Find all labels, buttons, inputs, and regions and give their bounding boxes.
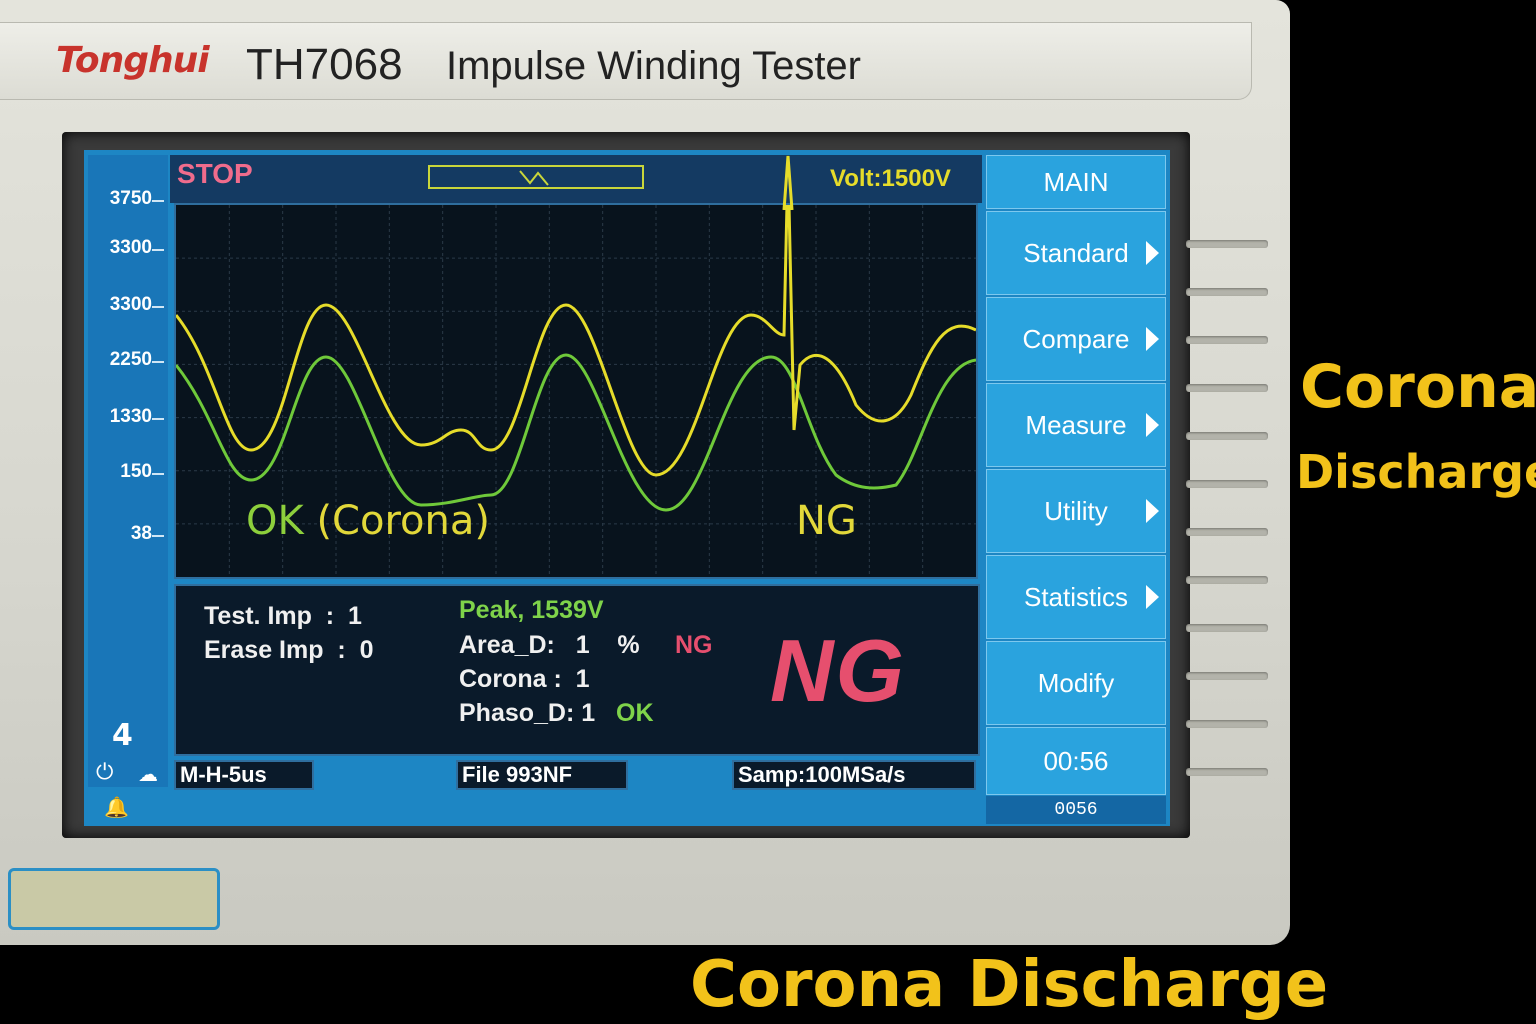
file-indicator[interactable]: File 993NF bbox=[456, 760, 628, 790]
test-waveform bbox=[176, 205, 976, 477]
indicator-glyph-icon bbox=[519, 170, 549, 186]
caption-right-line2: Discharge bbox=[1296, 445, 1536, 499]
run-state: STOP bbox=[177, 158, 253, 189]
y-tick-label: 150 bbox=[120, 461, 152, 482]
chevron-right-icon bbox=[1146, 241, 1159, 265]
phaso-d-result: OK bbox=[616, 699, 654, 727]
area-d-readout: Area_D: 1 % bbox=[459, 631, 640, 659]
device-name: Impulse Winding Tester bbox=[446, 44, 861, 88]
vent-slot bbox=[1186, 624, 1268, 632]
ng-waveform-label: NG bbox=[796, 498, 857, 544]
voltage-setting: Volt:1500V bbox=[830, 165, 951, 192]
mode-indicator: M-H-5us bbox=[174, 760, 314, 790]
waveform-position-indicator bbox=[428, 165, 644, 189]
corona-spike bbox=[782, 155, 794, 210]
overall-result: NG bbox=[770, 621, 906, 720]
menu-item-label: Statistics bbox=[1023, 582, 1129, 612]
menu-title-main[interactable]: MAIN bbox=[986, 155, 1166, 209]
vent-slot bbox=[1186, 240, 1268, 248]
brand-logo: Tonghui bbox=[56, 40, 210, 81]
y-tick-mark bbox=[152, 418, 164, 420]
y-tick-mark bbox=[152, 200, 164, 202]
vent-slot bbox=[1186, 576, 1268, 584]
reference-waveform bbox=[176, 353, 976, 512]
menu-title-label: MAIN bbox=[1043, 167, 1109, 197]
power-icon[interactable]: ⏻ bbox=[96, 760, 113, 785]
menu-item-label: Modify bbox=[1037, 668, 1115, 698]
menu-item-label: Standard bbox=[1023, 238, 1129, 268]
vent-slot bbox=[1186, 432, 1268, 440]
y-tick-label: 3300 bbox=[109, 294, 152, 315]
ok-corona-label: (Corona) bbox=[316, 498, 490, 544]
vent-slot bbox=[1186, 720, 1268, 728]
model-number: TH7068 bbox=[246, 40, 403, 89]
bell-icon: 🔔 bbox=[104, 795, 129, 819]
menu-item-statistics[interactable]: Statistics bbox=[986, 555, 1166, 639]
menu-item-label: Compare bbox=[1022, 324, 1130, 354]
chevron-right-icon bbox=[1146, 585, 1159, 609]
ok-label-text: OK bbox=[246, 498, 304, 544]
y-tick-mark bbox=[152, 306, 164, 308]
time-label: 00:56 bbox=[1043, 746, 1109, 776]
menu-item-compare[interactable]: Compare bbox=[986, 297, 1166, 381]
corona-readout: Corona : 1 bbox=[459, 665, 590, 693]
vent-slot bbox=[1186, 480, 1268, 488]
cloud-icon: ☁ bbox=[138, 762, 158, 786]
channel-indicator: 4 bbox=[112, 718, 133, 753]
vent-slot bbox=[1186, 768, 1268, 776]
test-imp-readout: Test. Imp : 1 bbox=[204, 602, 362, 630]
vent-slot bbox=[1186, 384, 1268, 392]
menu-item-utility[interactable]: Utility bbox=[986, 469, 1166, 553]
area-d-result: NG bbox=[675, 631, 713, 659]
y-tick-label: 1330 bbox=[109, 406, 152, 427]
vent-slot bbox=[1186, 336, 1268, 344]
y-tick-mark bbox=[152, 361, 164, 363]
menu-item-modify[interactable]: Modify bbox=[986, 641, 1166, 725]
front-lcd-window bbox=[8, 868, 220, 930]
caption-right-line1: Corona bbox=[1300, 352, 1536, 422]
vent-slot bbox=[1186, 528, 1268, 536]
erase-imp-readout: Erase Imp : 0 bbox=[204, 636, 374, 664]
y-tick-label: 38 bbox=[130, 523, 152, 544]
y-tick-mark bbox=[152, 535, 164, 537]
caption-bottom: Corona Discharge bbox=[690, 948, 1329, 1022]
y-tick-label: 3750 bbox=[109, 188, 152, 209]
y-tick-mark bbox=[152, 473, 164, 475]
chevron-right-icon bbox=[1146, 327, 1159, 351]
y-tick-label: 3300 bbox=[109, 237, 152, 258]
elapsed-time: 00:56 bbox=[986, 727, 1166, 795]
sample-rate-indicator: Samp:100MSa/s bbox=[732, 760, 976, 790]
menu-item-measure[interactable]: Measure bbox=[986, 383, 1166, 467]
vent-slot bbox=[1186, 288, 1268, 296]
menu-item-standard[interactable]: Standard bbox=[986, 211, 1166, 295]
peak-readout: Peak, 1539V bbox=[459, 596, 604, 624]
chevron-right-icon bbox=[1146, 413, 1159, 437]
y-tick-label: 2250 bbox=[109, 349, 152, 370]
menu-item-label: Utility bbox=[1044, 496, 1108, 526]
ok-waveform-label: OK (Corona) bbox=[246, 498, 490, 544]
menu-item-label: Measure bbox=[1025, 410, 1127, 440]
y-tick-mark bbox=[152, 249, 164, 251]
test-counter: 0056 bbox=[986, 796, 1166, 824]
phaso-d-readout: Phaso_D: 1 bbox=[459, 699, 596, 727]
chevron-right-icon bbox=[1146, 499, 1159, 523]
vent-slot bbox=[1186, 672, 1268, 680]
